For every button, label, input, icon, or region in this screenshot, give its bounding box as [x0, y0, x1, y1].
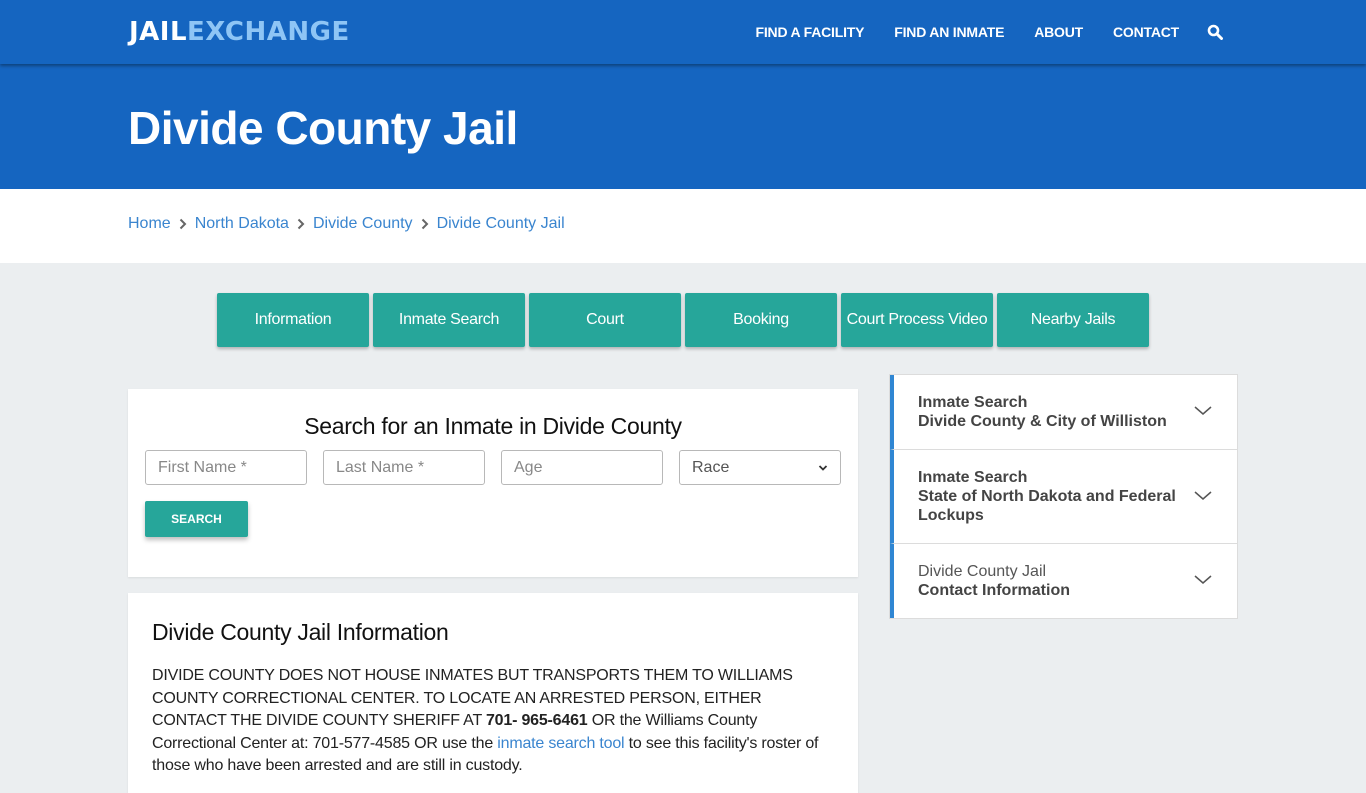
jail-info-card: Divide County Jail Information DIVIDE CO… [128, 593, 858, 793]
page-hero: Divide County Jail [0, 64, 1366, 189]
chevron-down-icon [1193, 573, 1213, 587]
tab-nearby-jails[interactable]: Nearby Jails [997, 293, 1149, 347]
chevron-down-icon [1193, 404, 1213, 418]
accordion-line1: Divide County Jail [918, 563, 1047, 580]
breadcrumb-county[interactable]: Divide County [313, 215, 413, 233]
sidebar-accordion: Inmate Search Divide County & City of Wi… [889, 374, 1238, 619]
race-selected-value: Race [692, 458, 730, 476]
inmate-search-tool-link[interactable]: inmate search tool [497, 735, 624, 752]
age-field[interactable] [501, 450, 663, 485]
accordion-line1: Inmate Search [918, 394, 1028, 411]
main-menu: FIND A FACILITY FIND AN INMATE ABOUT CON… [756, 0, 1366, 64]
chevron-down-icon [1193, 489, 1213, 503]
top-navigation: JAILEXCHANGE FIND A FACILITY FIND AN INM… [0, 0, 1366, 64]
accordion-line2: Contact Information [918, 582, 1070, 599]
tab-information[interactable]: Information [217, 293, 369, 347]
breadcrumb-state[interactable]: North Dakota [195, 215, 289, 233]
info-title: Divide County Jail Information [152, 619, 449, 645]
site-logo[interactable]: JAILEXCHANGE [129, 16, 350, 48]
info-paragraph: DIVIDE COUNTY DOES NOT HOUSE INMATES BUT… [152, 665, 836, 778]
breadcrumb-home[interactable]: Home [128, 215, 171, 233]
accordion-item-county-search[interactable]: Inmate Search Divide County & City of Wi… [890, 375, 1237, 450]
logo-jail: JAIL [129, 17, 188, 47]
page-title: Divide County Jail [128, 102, 518, 154]
logo-exchange: EXCHANGE [187, 17, 350, 47]
nav-about[interactable]: ABOUT [1034, 24, 1083, 40]
tab-inmate-search[interactable]: Inmate Search [373, 293, 525, 347]
accordion-line2: State of North Dakota and Federal Lockup… [918, 488, 1176, 524]
tab-court[interactable]: Court [529, 293, 681, 347]
search-title: Search for an Inmate in Divide County [304, 413, 682, 439]
last-name-input[interactable] [336, 458, 472, 477]
accordion-item-contact-info[interactable]: Divide County Jail Contact Information [890, 544, 1237, 618]
first-name-field[interactable] [145, 450, 307, 485]
breadcrumb: Home North Dakota Divide County Divide C… [128, 215, 565, 233]
sheriff-phone: 701- 965-6461 [485, 712, 588, 729]
search-button[interactable]: SEARCH [145, 501, 248, 537]
tab-booking[interactable]: Booking [685, 293, 837, 347]
nav-contact[interactable]: CONTACT [1113, 24, 1179, 40]
section-tabs: Information Inmate Search Court Booking … [217, 293, 1153, 347]
inmate-search-card: Search for an Inmate in Divide County Ra… [128, 389, 858, 577]
tab-court-process-video[interactable]: Court Process Video [841, 293, 993, 347]
accordion-line2: Divide County & City of Williston [918, 413, 1167, 430]
nav-find-facility[interactable]: FIND A FACILITY [756, 24, 865, 40]
last-name-field[interactable] [323, 450, 485, 485]
chevron-right-icon [421, 218, 429, 230]
race-select[interactable]: Race [679, 450, 841, 485]
breadcrumb-bar: Home North Dakota Divide County Divide C… [0, 189, 1366, 263]
breadcrumb-current[interactable]: Divide County Jail [437, 215, 565, 233]
accordion-line1: Inmate Search [918, 469, 1028, 486]
accordion-item-state-federal-search[interactable]: Inmate Search State of North Dakota and … [890, 450, 1237, 544]
first-name-input[interactable] [158, 458, 294, 477]
chevron-right-icon [179, 218, 187, 230]
nav-find-inmate[interactable]: FIND AN INMATE [894, 24, 1004, 40]
search-icon[interactable] [1207, 24, 1223, 40]
chevron-down-icon [818, 459, 828, 477]
chevron-right-icon [297, 218, 305, 230]
age-input[interactable] [514, 458, 650, 477]
